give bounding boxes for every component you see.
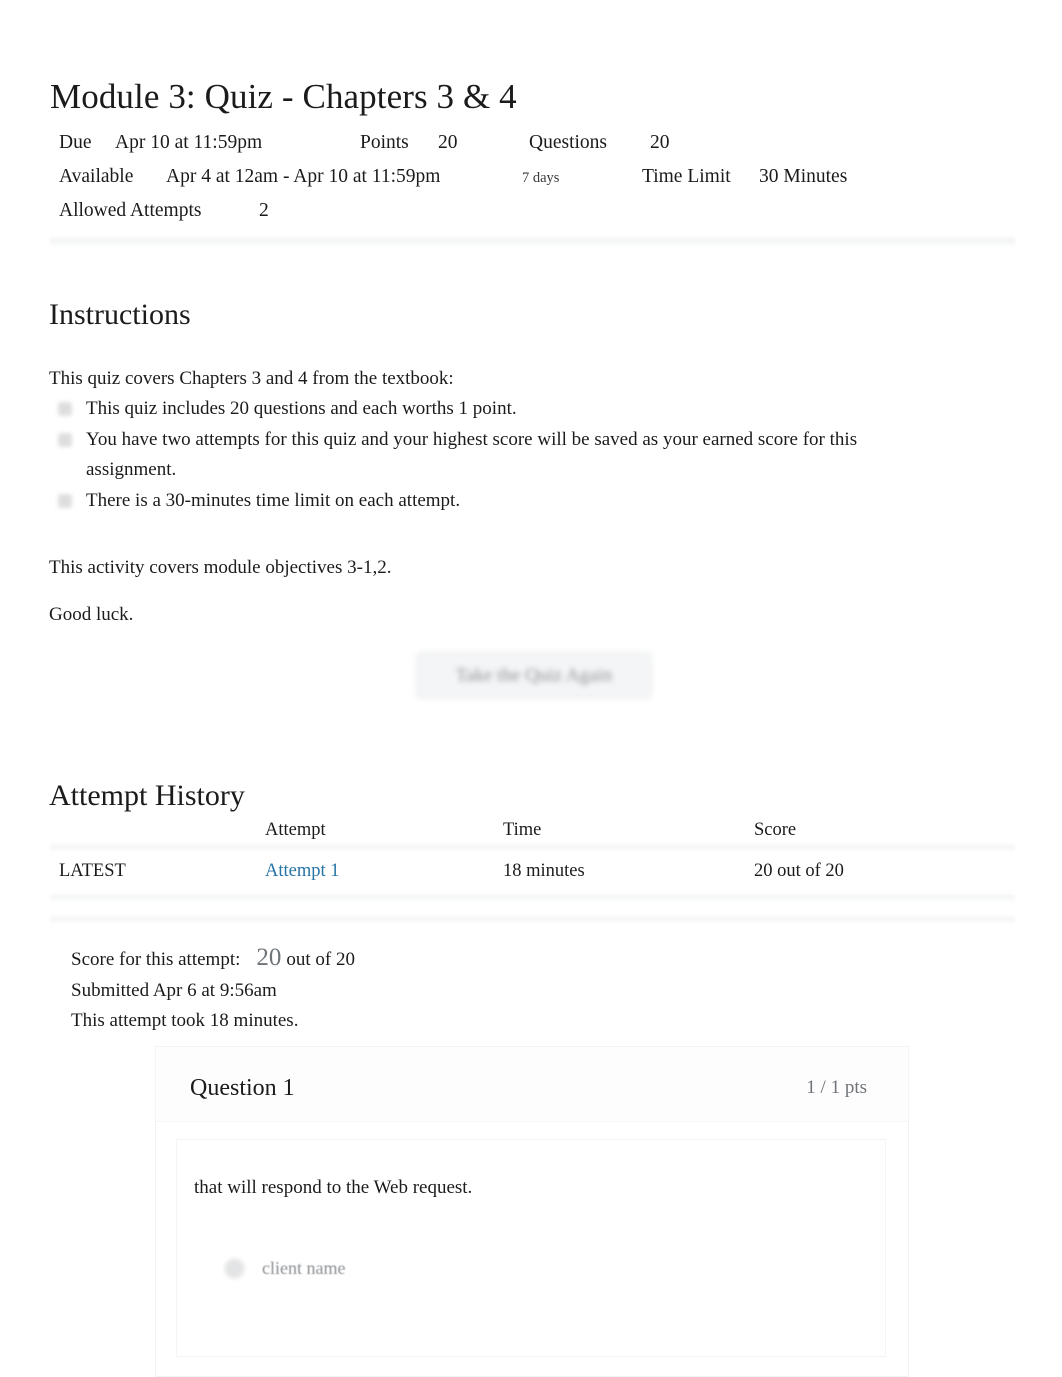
score-value: 20	[256, 944, 282, 971]
list-item-label: You have two attempts for this quiz and …	[86, 428, 858, 481]
allowed-attempts-label: Allowed Attempts	[59, 200, 202, 221]
list-item: There is a 30-minutes time limit on each…	[49, 486, 929, 517]
instructions-closing: Good luck.	[49, 604, 134, 625]
take-quiz-again-button[interactable]: Take the Quiz Again	[416, 652, 652, 699]
time-limit-label: Time Limit	[642, 166, 731, 187]
list-item-label: This quiz includes 20 questions and each…	[86, 398, 517, 419]
score-out-of: out of 20	[286, 949, 355, 970]
quiz-meta-row-2: Available Apr 4 at 12am - Apr 10 at 11:5…	[50, 160, 1012, 194]
instructions-objectives: This activity covers module objectives 3…	[49, 557, 392, 578]
bullet-icon	[58, 432, 72, 447]
instructions-intro: This quiz covers Chapters 3 and 4 from t…	[49, 368, 454, 389]
questions-value: 20	[650, 132, 670, 153]
bullet-icon	[58, 493, 72, 508]
question-block: Question 1 1 / 1 pts that will respond t…	[155, 1046, 909, 1377]
question-text: that will respond to the Web request.	[194, 1177, 473, 1198]
list-item-label: There is a 30-minutes time limit on each…	[86, 489, 461, 511]
table-row: LATEST Attempt 1 18 minutes 20 out of 20	[50, 851, 1015, 892]
meta-divider	[50, 236, 1015, 247]
points-value: 20	[438, 132, 458, 153]
instructions-list: This quiz includes 20 questions and each…	[49, 394, 929, 516]
quiz-meta-row-3: Allowed Attempts 2	[50, 194, 1012, 228]
question-name: Question 1	[190, 1075, 295, 1101]
questions-label: Questions	[529, 132, 607, 153]
due-label: Due	[59, 132, 92, 153]
row-time-value: 18 minutes	[503, 861, 585, 881]
attempt-duration-line: This attempt took 18 minutes.	[71, 1010, 299, 1031]
available-value: Apr 4 at 12am - Apr 10 at 11:59pm	[166, 166, 441, 187]
quiz-meta-row-1: Due Apr 10 at 11:59pm Points 20 Question…	[50, 126, 1012, 160]
attempt-history-heading: Attempt History	[49, 778, 245, 812]
points-label: Points	[360, 132, 409, 153]
attempt-link[interactable]: Attempt 1	[265, 851, 340, 892]
question-header: Question 1 1 / 1 pts	[156, 1047, 908, 1122]
list-item: This quiz includes 20 questions and each…	[49, 394, 929, 425]
retake-quiz-container: Take the Quiz Again	[406, 640, 662, 712]
table-bottom-divider	[50, 915, 1015, 924]
score-for-attempt-line: Score for this attempt: 20 out of 20	[71, 942, 871, 976]
score-summary: Score for this attempt: 20 out of 20 Submi…	[71, 942, 871, 1036]
time-limit-value: 30 Minutes	[759, 166, 848, 187]
table-header-divider	[50, 843, 1015, 852]
row-score-value: 20 out of 20	[754, 861, 844, 881]
instructions-heading: Instructions	[49, 297, 191, 331]
row-kept-badge: LATEST	[59, 861, 126, 881]
page-title: Module 3: Quiz - Chapters 3 & 4	[50, 77, 517, 117]
score-label: Score for this attempt:	[71, 949, 241, 970]
list-item: You have two attempts for this quiz and …	[49, 425, 929, 486]
question-points: 1 / 1 pts	[806, 1077, 867, 1098]
radio-button-icon[interactable]	[225, 1259, 244, 1278]
bullet-icon	[58, 402, 72, 416]
due-value: Apr 10 at 11:59pm	[115, 132, 263, 153]
answer-option-label: client name	[262, 1258, 346, 1278]
submitted-line: Submitted Apr 6 at 9:56am	[71, 980, 277, 1001]
question-body: that will respond to the Web request. cl…	[176, 1139, 886, 1357]
table-row-divider	[50, 893, 1015, 902]
allowed-attempts-value: 2	[259, 200, 269, 221]
quiz-results-page: Module 3: Quiz - Chapters 3 & 4 Due Apr …	[0, 0, 1062, 1377]
quiz-meta-block: Due Apr 10 at 11:59pm Points 20 Question…	[50, 126, 1012, 228]
available-label: Available	[59, 166, 134, 187]
available-duration: 7 days	[522, 170, 560, 186]
